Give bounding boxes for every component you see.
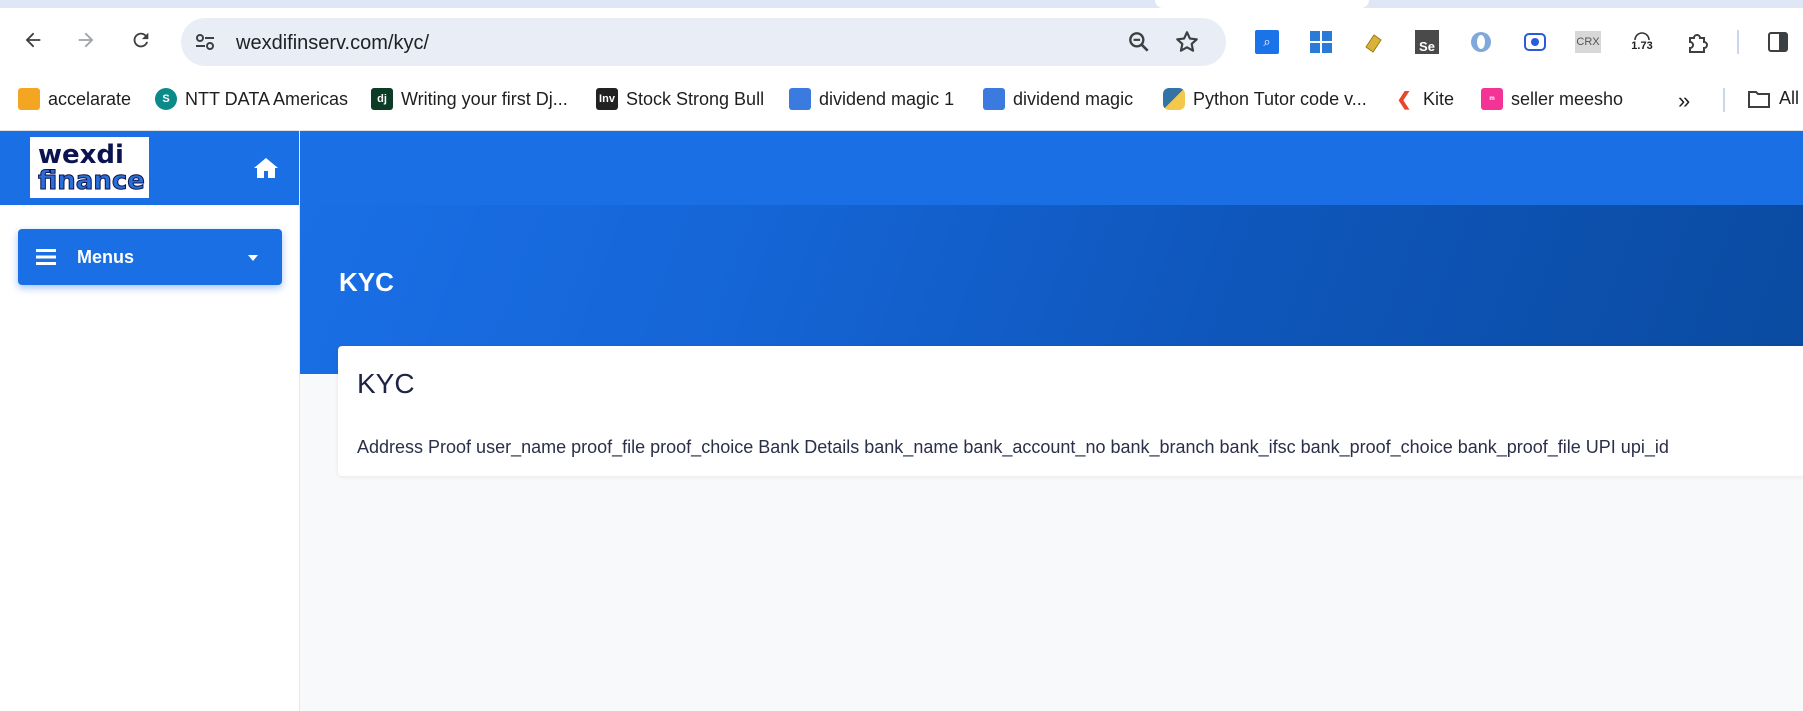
arrow-left-icon: [25, 32, 41, 48]
selenium-extension-icon[interactable]: Se: [1413, 28, 1441, 56]
bookmark-accelarate[interactable]: accelarate: [18, 88, 131, 110]
toolbar-divider: [1737, 30, 1739, 54]
bookmark-dividend-magic-1[interactable]: dividend magic 1: [789, 88, 954, 110]
reload-icon: [133, 32, 149, 48]
browser-toolbar: wexdifinserv.com/kyc/ ⌕ Se CRX 1.73: [0, 8, 1803, 70]
page-title: KYC: [339, 267, 394, 297]
card-title: KYC: [357, 368, 415, 399]
stack-icon: [18, 88, 40, 110]
bookmark-stock-strong-bull[interactable]: Inv Stock Strong Bull: [596, 88, 764, 110]
speedometer-extension-icon[interactable]: 1.73: [1628, 28, 1656, 56]
doc-icon: [983, 88, 1005, 110]
kyc-card: KYC Address Proof user_name proof_file p…: [338, 346, 1803, 476]
menus-dropdown-button[interactable]: Menus: [18, 229, 282, 285]
windows-extension-icon[interactable]: [1307, 28, 1335, 56]
django-icon: dj: [371, 88, 393, 110]
python-icon: [1163, 88, 1185, 110]
active-tab[interactable]: [1155, 0, 1369, 8]
bookmark-dividend-magic[interactable]: dividend magic: [983, 88, 1133, 110]
sidebar-brand: wexdi finance: [0, 131, 299, 205]
bookmarks-bar: accelarate S NTT DATA Americas dj Writin…: [0, 70, 1803, 131]
opera-extension-icon[interactable]: [1467, 28, 1495, 56]
sharepoint-icon: S: [155, 88, 177, 110]
kite-icon: ❮: [1396, 88, 1412, 109]
forward-button[interactable]: [70, 24, 102, 56]
record-extension-icon[interactable]: [1521, 28, 1549, 56]
bookmark-seller-meesho[interactable]: m seller meesho: [1481, 88, 1623, 110]
caret-down-icon: [248, 255, 258, 261]
all-bookmarks-button[interactable]: All: [1747, 88, 1799, 109]
wexdi-finance-logo[interactable]: wexdi finance: [30, 137, 149, 198]
hamburger-icon: [36, 249, 56, 265]
search-extension-icon[interactable]: ⌕: [1253, 28, 1281, 56]
kyc-fields-text: Address Proof user_name proof_file proof…: [357, 437, 1669, 457]
arrow-right-icon: [78, 32, 94, 48]
home-icon[interactable]: [253, 156, 279, 180]
meesho-icon: m: [1481, 88, 1503, 110]
puzzle-extensions-icon[interactable]: [1684, 28, 1712, 56]
url-text[interactable]: wexdifinserv.com/kyc/: [236, 32, 429, 55]
zoom-icon[interactable]: [1126, 29, 1152, 55]
gold-bar-extension-icon[interactable]: [1360, 28, 1388, 56]
top-navbar: [300, 131, 1803, 205]
tab-strip: [0, 0, 1803, 8]
bookmark-star-icon[interactable]: [1174, 29, 1200, 55]
bookmark-kite[interactable]: ❮ Kite: [1393, 88, 1454, 110]
menus-label: Menus: [77, 247, 135, 267]
investing-icon: Inv: [596, 88, 618, 110]
side-panel-icon[interactable]: [1764, 28, 1792, 56]
bookmarks-divider: [1723, 88, 1725, 112]
address-bar[interactable]: wexdifinserv.com/kyc/: [181, 18, 1226, 66]
crx-extension-icon[interactable]: CRX: [1574, 28, 1602, 56]
bookmarks-overflow-button[interactable]: »: [1678, 88, 1690, 114]
folder-icon: [1748, 90, 1770, 108]
bookmark-ntt-data[interactable]: S NTT DATA Americas: [155, 88, 348, 110]
bookmark-django[interactable]: dj Writing your first Dj...: [371, 88, 568, 110]
reload-button[interactable]: [125, 24, 157, 56]
sidebar: wexdi finance Menus: [0, 131, 300, 711]
bookmark-python-tutor[interactable]: Python Tutor code v...: [1163, 88, 1367, 110]
back-button[interactable]: [17, 24, 49, 56]
doc-icon: [789, 88, 811, 110]
site-settings-icon[interactable]: [193, 30, 217, 54]
